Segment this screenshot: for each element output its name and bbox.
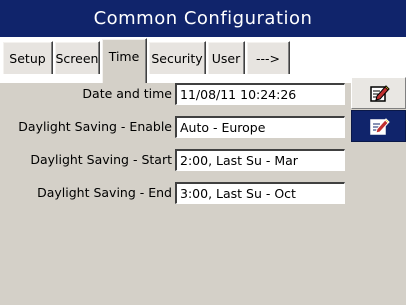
edit-icon — [369, 85, 390, 102]
tab-more[interactable]: ---> — [246, 41, 290, 74]
dst-enable-edit-button[interactable] — [351, 110, 406, 142]
tab-time[interactable]: Time — [101, 38, 147, 83]
date-time-edit-button[interactable] — [351, 77, 406, 109]
window-title: Common Configuration — [0, 0, 406, 37]
tab-label: Setup — [9, 50, 46, 66]
tab-security[interactable]: Security — [148, 41, 206, 74]
dst-enable-field[interactable]: Auto - Europe — [175, 116, 345, 138]
date-time-field[interactable]: 11/08/11 10:24:26 — [175, 83, 345, 105]
dst-start-field[interactable]: 2:00, Last Su - Mar — [175, 149, 345, 171]
tab-label: Screen — [55, 50, 99, 66]
tab-label: User — [211, 50, 241, 66]
dst-end-label: Daylight Saving - End — [37, 185, 172, 200]
tab-screen[interactable]: Screen — [54, 41, 100, 74]
tab-label: ---> — [255, 50, 280, 66]
tab-label: Security — [151, 50, 203, 66]
date-time-label: Date and time — [82, 86, 172, 101]
dst-start-label: Daylight Saving - Start — [30, 152, 172, 167]
tab-setup[interactable]: Setup — [2, 41, 53, 74]
tab-user[interactable]: User — [207, 41, 245, 74]
edit-icon — [369, 118, 390, 135]
dst-end-field[interactable]: 3:00, Last Su - Oct — [175, 182, 345, 204]
tab-strip: Setup Screen Time Security User ---> — [0, 37, 406, 83]
dst-enable-label: Daylight Saving - Enable — [18, 119, 172, 134]
tab-label: Time — [108, 48, 140, 64]
time-settings-panel: Date and time 11/08/11 10:24:26 Daylight… — [0, 77, 406, 305]
